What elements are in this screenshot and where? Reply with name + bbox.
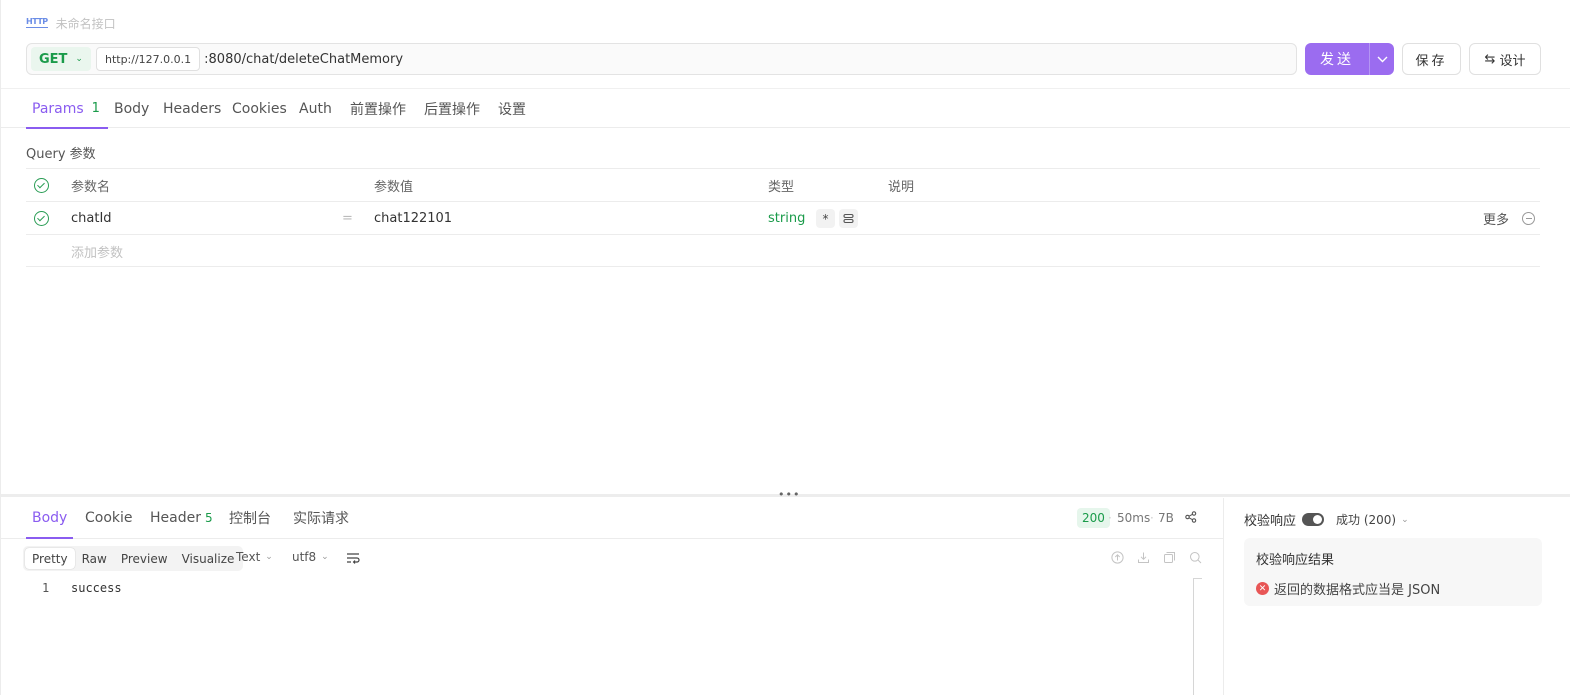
x-circle-icon: ✕ [1256,582,1269,595]
doc-title[interactable]: 未命名接口 [56,15,116,32]
view-mode-switch: Pretty Raw Preview Visualize [23,546,244,571]
swap-icon: ⇆ [1484,51,1496,67]
design-button[interactable]: ⇆ 设计 [1469,43,1541,75]
tab-pre-actions[interactable]: 前置操作 [350,89,406,128]
view-raw[interactable]: Raw [75,548,114,569]
validation-header: 校验响应 成功 (200) ⌄ [1244,510,1409,529]
scrollbar-cap [1193,578,1202,579]
validation-status-label: 成功 (200) [1336,513,1397,527]
validation-result-title: 校验响应结果 [1256,553,1335,568]
equals-sign: = [342,210,353,226]
params-header-row: 参数名 参数值 类型 说明 [26,168,1540,201]
validation-error: ✕ 返回的数据格式应当是 JSON [1256,579,1440,598]
view-visualize[interactable]: Visualize [175,548,242,569]
add-param-input[interactable]: 添加参数 [71,235,123,267]
download-icon[interactable] [1137,551,1150,568]
param-link-icon[interactable] [839,209,858,228]
more-button[interactable]: 更多 [1483,202,1509,234]
method-select[interactable]: GET ⌄ [31,47,91,71]
tab-auth[interactable]: Auth [299,89,332,128]
line-number: 1 [42,581,50,595]
code-line: success [71,581,122,595]
tab-body[interactable]: Body [114,89,149,128]
resp-tab-header[interactable]: Header 5 [150,498,213,538]
validation-label: 校验响应 [1244,514,1297,529]
response-body-viewer[interactable]: 1 success [1,578,1193,695]
meta-separator: · [1108,511,1112,525]
design-label: 设计 [1499,53,1526,69]
request-tabs: Params 1 Body Headers Cookies Auth 前置操作 … [1,88,1570,129]
row-check-icon[interactable] [34,211,49,226]
tab-label: Header [150,510,201,526]
view-pretty[interactable]: Pretty [25,548,75,569]
search-icon[interactable] [1189,551,1202,568]
tab-post-actions[interactable]: 后置操作 [424,89,480,128]
chevron-down-icon: ⌄ [321,552,329,562]
host-prefix[interactable]: http://127.0.0.1 [95,47,201,71]
view-preview[interactable]: Preview [114,548,175,569]
response-size: 7B [1158,511,1174,525]
param-value-input[interactable]: chat122101 [374,202,452,234]
http-icon: HTTP [26,17,48,28]
tab-count: 1 [91,101,100,116]
resp-tab-actual-request[interactable]: 实际请求 [293,498,349,538]
tab-settings[interactable]: 设置 [498,89,526,128]
response-tabs: Body Cookie Header 5 控制台 实际请求 [1,498,1223,539]
chevron-down-icon: ⌄ [1401,514,1409,525]
format-label: Text [236,550,261,564]
copy-icon[interactable] [1163,551,1176,568]
tab-headers[interactable]: Headers [163,89,221,128]
validation-result-box: 校验响应结果 ✕ 返回的数据格式应当是 JSON [1244,538,1542,606]
encoding-select[interactable]: utf8 ⌄ [292,550,329,564]
share-icon[interactable] [1185,511,1197,527]
status-badge: 200 [1077,508,1110,528]
format-select[interactable]: Text ⌄ [236,550,273,564]
col-value: 参数值 [374,179,414,195]
col-desc: 说明 [888,179,915,195]
tab-label: Params [32,100,84,117]
chevron-down-icon: ⌄ [265,552,273,562]
required-toggle[interactable]: * [816,209,835,228]
param-type-select[interactable]: string [768,202,805,234]
resp-tab-console[interactable]: 控制台 [229,498,271,538]
send-chevron-down-icon[interactable] [1370,53,1394,66]
select-all-check-icon[interactable] [34,178,49,193]
add-param-row: 添加参数 [26,234,1540,267]
method-label: GET [39,51,68,67]
table-row: chatId = chat122101 string * 更多 [26,201,1540,234]
query-section-title: Query 参数 [26,147,96,162]
remove-param-icon[interactable] [1522,212,1535,225]
tab-count: 5 [204,511,213,525]
send-button[interactable]: 发送 [1305,43,1394,75]
validation-error-text: 返回的数据格式应当是 JSON [1274,583,1441,598]
code-scrollbar[interactable] [1193,578,1194,695]
validation-panel: 校验响应 成功 (200) ⌄ 校验响应结果 ✕ 返回的数据格式应当是 JSON [1223,498,1570,695]
url-path-input[interactable]: :8080/chat/deleteChatMemory [204,52,403,67]
validation-status-select[interactable]: 成功 (200) ⌄ [1336,511,1409,528]
col-name: 参数名 [71,179,111,195]
tab-cookies[interactable]: Cookies [232,89,287,128]
meta-separator: · [1150,511,1154,525]
param-name-input[interactable]: chatId [71,202,112,234]
params-table: 参数名 参数值 类型 说明 chatId = chat122101 string… [26,168,1540,267]
word-wrap-icon[interactable] [346,552,360,568]
send-label: 发送 [1320,52,1354,68]
chevron-down-icon: ⌄ [75,54,83,64]
doc-title-row: HTTP 未命名接口 [26,14,116,32]
api-request-panel: HTTP 未命名接口 GET ⌄ http://127.0.0.1 :8080/… [0,0,1570,695]
upload-icon[interactable] [1111,551,1124,568]
resp-tab-cookie[interactable]: Cookie [85,498,133,538]
save-button[interactable]: 保存 [1402,43,1461,75]
col-type: 类型 [768,179,795,195]
validation-toggle[interactable] [1302,513,1325,526]
response-time: 50ms [1117,511,1151,525]
encoding-label: utf8 [292,550,317,564]
url-bar: GET ⌄ http://127.0.0.1 :8080/chat/delete… [26,43,1297,75]
resp-tab-body[interactable]: Body [25,498,74,539]
tab-params[interactable]: Params 1 [26,89,108,129]
